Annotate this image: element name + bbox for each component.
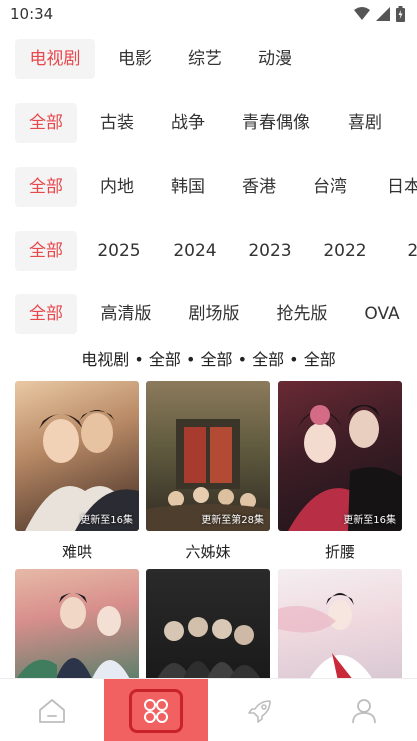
signal-icon <box>376 7 390 21</box>
region-chip-korea[interactable]: 韩国 <box>157 167 219 207</box>
battery-icon <box>396 6 405 22</box>
year-filter-row: 全部 2025 2024 2023 2022 2021 <box>0 231 417 273</box>
genre-chip-youth-idol[interactable]: 青春偶像 <box>234 103 318 143</box>
nav-home[interactable] <box>0 679 104 741</box>
region-chip-taiwan[interactable]: 台湾 <box>299 167 361 207</box>
wifi-icon <box>354 7 370 20</box>
version-chip-ova[interactable]: OVA <box>356 294 408 334</box>
video-title[interactable]: 折腰 <box>278 541 402 562</box>
category-filter-row: 电视剧 电影 综艺 动漫 <box>0 39 417 81</box>
poster-image <box>278 593 374 681</box>
region-chip-all[interactable]: 全部 <box>15 167 77 207</box>
version-chip-hd[interactable]: 高清版 <box>92 294 160 334</box>
genre-chip-comedy[interactable]: 喜剧 <box>334 103 396 143</box>
year-chip-2022[interactable]: 2022 <box>312 231 378 271</box>
status-icons <box>354 6 405 22</box>
version-chip-preview[interactable]: 抢先版 <box>268 294 336 334</box>
nav-focus-ring <box>129 688 183 733</box>
year-chip-2021[interactable]: 2021 <box>396 231 417 271</box>
nav-category[interactable] <box>104 679 208 741</box>
update-badge: 更新至16集 <box>80 515 133 526</box>
video-card-4[interactable] <box>15 569 139 681</box>
category-chip-tv[interactable]: 电视剧 <box>15 39 95 79</box>
version-filter-row: 全部 高清版 剧场版 抢先版 OVA <box>0 294 417 336</box>
category-grid-icon <box>144 698 168 723</box>
video-card-1[interactable]: 更新至16集 <box>15 381 139 531</box>
version-chip-theatrical[interactable]: 剧场版 <box>180 294 248 334</box>
year-chip-2024[interactable]: 2024 <box>162 231 228 271</box>
status-bar: 10:34 <box>0 0 417 28</box>
bottom-navigation <box>0 678 417 741</box>
region-filter-row: 全部 内地 韩国 香港 台湾 日本 <box>0 167 417 209</box>
year-chip-2025[interactable]: 2025 <box>86 231 152 271</box>
home-icon <box>39 698 65 723</box>
nav-discover[interactable] <box>208 679 312 741</box>
version-chip-all[interactable]: 全部 <box>15 294 77 334</box>
genre-chip-all[interactable]: 全部 <box>15 103 77 143</box>
poster-image <box>25 410 139 531</box>
region-chip-japan[interactable]: 日本 <box>373 167 417 207</box>
poster-image <box>156 617 262 681</box>
profile-icon <box>352 698 376 723</box>
update-badge: 更新至第28集 <box>201 515 264 526</box>
video-card-6[interactable] <box>278 569 402 681</box>
update-badge: 更新至16集 <box>343 515 396 526</box>
poster-image <box>15 593 131 681</box>
rocket-icon <box>248 699 271 723</box>
video-card-5[interactable] <box>146 569 270 681</box>
category-chip-variety[interactable]: 综艺 <box>174 39 236 79</box>
region-chip-mainland[interactable]: 内地 <box>86 167 148 207</box>
genre-filter-row: 全部 古装 战争 青春偶像 喜剧 <box>0 103 417 145</box>
year-chip-all[interactable]: 全部 <box>15 231 77 271</box>
video-card-3[interactable]: 更新至16集 <box>278 381 402 531</box>
category-chip-anime[interactable]: 动漫 <box>244 39 306 79</box>
year-chip-2023[interactable]: 2023 <box>237 231 303 271</box>
video-card-2[interactable]: 更新至第28集 <box>146 381 270 531</box>
video-title[interactable]: 六姊妹 <box>146 541 270 562</box>
genre-chip-costume[interactable]: 古装 <box>86 103 148 143</box>
poster-image <box>288 405 402 531</box>
video-title[interactable]: 难哄 <box>15 541 139 562</box>
poster-image <box>146 419 270 531</box>
nav-profile[interactable] <box>312 679 416 741</box>
region-chip-hongkong[interactable]: 香港 <box>228 167 290 207</box>
status-time: 10:34 <box>10 5 54 23</box>
genre-chip-war[interactable]: 战争 <box>157 103 219 143</box>
filter-summary: 电视剧 • 全部 • 全部 • 全部 • 全部 <box>81 350 336 369</box>
category-chip-movie[interactable]: 电影 <box>104 39 166 79</box>
